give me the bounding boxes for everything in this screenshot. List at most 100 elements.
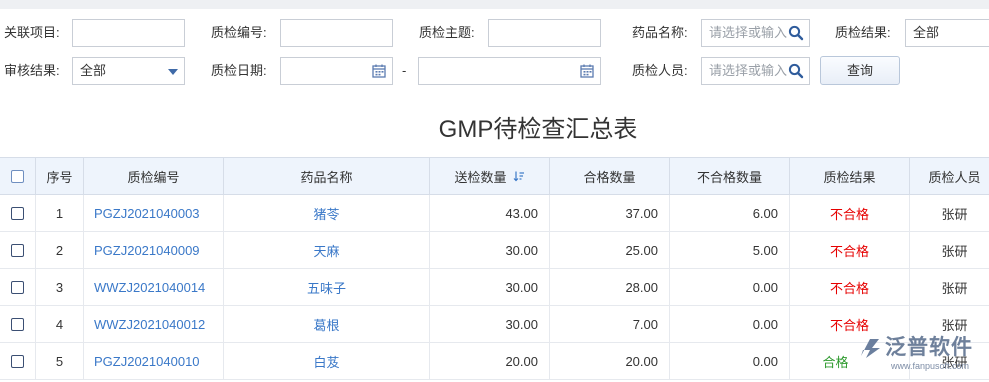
inspection-result-select[interactable]: 全部 <box>905 19 989 47</box>
cell-code: PGZJ2021040009 <box>84 232 224 268</box>
cell-sent-qty: 43.00 <box>430 195 550 231</box>
row-checkbox[interactable] <box>11 280 24 294</box>
search-icon[interactable] <box>787 62 805 80</box>
select-all-checkbox[interactable] <box>11 169 24 183</box>
row-checkbox[interactable] <box>11 243 24 257</box>
cell-code: PGZJ2021040010 <box>84 343 224 379</box>
inspector-picker[interactable]: 请选择或输入 <box>701 57 810 85</box>
label-inspection-subject: 质检主题: <box>419 25 475 40</box>
inspection-code-link[interactable]: WWZJ2021040012 <box>94 317 205 332</box>
inspection-code-input[interactable] <box>280 19 393 47</box>
cell-pass-qty: 7.00 <box>550 306 670 342</box>
table-row[interactable]: 4 WWZJ2021040012 葛根 30.00 7.00 0.00 不合格 张研 <box>0 306 989 343</box>
header-drug[interactable]: 药品名称 <box>224 158 430 194</box>
result-status-text: 不合格 <box>829 317 869 333</box>
top-strip <box>0 0 989 9</box>
drug-name-picker[interactable]: 请选择或输入 <box>701 19 810 47</box>
cell-pass-qty: 28.00 <box>550 269 670 305</box>
table-header-row: 序号 质检编号 药品名称 送检数量 合格数量 不合格数量 质检结果 质检人员 <box>0 157 989 195</box>
row-checkbox[interactable] <box>11 317 24 331</box>
table-row[interactable]: 5 PGZJ2021040010 白芨 20.00 20.00 0.00 合格 张研 <box>0 343 989 380</box>
row-select-cell <box>0 343 36 379</box>
result-status-text: 不合格 <box>829 206 869 222</box>
drug-name-link[interactable]: 天麻 <box>313 241 339 260</box>
header-no[interactable]: 序号 <box>36 158 84 194</box>
watermark-url: www.fanpusoft.com <box>891 361 970 371</box>
label-inspector: 质检人员: <box>632 63 688 78</box>
cell-no: 1 <box>36 195 84 231</box>
row-select-cell <box>0 306 36 342</box>
cell-inspector: 张研 <box>910 195 989 231</box>
cell-drug: 葛根 <box>224 306 430 342</box>
label-drug-name: 药品名称: <box>632 25 688 40</box>
header-code[interactable]: 质检编号 <box>84 158 224 194</box>
brand-logo-icon <box>861 339 880 358</box>
header-inspector[interactable]: 质检人员 <box>910 158 989 194</box>
cell-code: PGZJ2021040003 <box>84 195 224 231</box>
cell-sent-qty: 30.00 <box>430 306 550 342</box>
row-select-cell <box>0 232 36 268</box>
review-result-select[interactable]: 全部 <box>72 57 185 85</box>
table-row[interactable]: 1 PGZJ2021040003 猪苓 43.00 37.00 6.00 不合格 张研 <box>0 195 989 232</box>
header-sent-qty[interactable]: 送检数量 <box>430 158 550 194</box>
drug-name-link[interactable]: 猪苓 <box>313 204 339 223</box>
sort-icon[interactable] <box>513 170 525 182</box>
header-select-cell <box>0 158 36 194</box>
label-inspection-result: 质检结果: <box>835 25 891 40</box>
cell-fail-qty: 0.00 <box>670 269 790 305</box>
cell-pass-qty: 37.00 <box>550 195 670 231</box>
cell-result: 不合格 <box>790 195 910 231</box>
cell-fail-qty: 6.00 <box>670 195 790 231</box>
header-pass-qty[interactable]: 合格数量 <box>550 158 670 194</box>
result-status-text: 不合格 <box>829 280 869 296</box>
inspection-code-link[interactable]: PGZJ2021040009 <box>94 243 200 258</box>
cell-result: 不合格 <box>790 269 910 305</box>
cell-sent-qty: 30.00 <box>430 269 550 305</box>
header-fail-qty[interactable]: 不合格数量 <box>670 158 790 194</box>
drug-name-link[interactable]: 白芨 <box>313 352 339 371</box>
result-status-text: 合格 <box>822 354 849 370</box>
watermark-text: 泛普软件 <box>885 336 973 359</box>
cell-no: 3 <box>36 269 84 305</box>
calendar-icon[interactable] <box>370 62 388 80</box>
row-select-cell <box>0 195 36 231</box>
cell-drug: 白芨 <box>224 343 430 379</box>
date-range-separator: - <box>402 63 407 78</box>
query-button[interactable]: 查询 <box>820 56 900 85</box>
label-inspection-code: 质检编号: <box>211 25 267 40</box>
date-start-input[interactable] <box>280 57 393 85</box>
drug-name-link[interactable]: 葛根 <box>313 315 339 334</box>
table-row[interactable]: 3 WWZJ2021040014 五味子 30.00 28.00 0.00 不合格 张研 <box>0 269 989 306</box>
cell-drug: 猪苓 <box>224 195 430 231</box>
related-project-input[interactable] <box>72 19 185 47</box>
inspection-code-link[interactable]: PGZJ2021040010 <box>94 354 200 369</box>
inspection-subject-input[interactable] <box>488 19 601 47</box>
table-row[interactable]: 2 PGZJ2021040009 天麻 30.00 25.00 5.00 不合格 张研 <box>0 232 989 269</box>
inspection-code-link[interactable]: WWZJ2021040014 <box>94 280 205 295</box>
row-checkbox[interactable] <box>11 206 24 220</box>
cell-fail-qty: 5.00 <box>670 232 790 268</box>
search-icon[interactable] <box>787 24 805 42</box>
cell-inspector: 张研 <box>910 232 989 268</box>
cell-code: WWZJ2021040014 <box>84 269 224 305</box>
report-title: GMP待检查汇总表 <box>438 116 638 143</box>
drug-name-link[interactable]: 五味子 <box>307 278 346 297</box>
watermark-logo: 泛普软件 www.fanpusoft.com <box>858 333 989 382</box>
calendar-icon[interactable] <box>578 62 596 80</box>
cell-fail-qty: 0.00 <box>670 306 790 342</box>
cell-fail-qty: 0.00 <box>670 343 790 379</box>
header-sent-qty-label: 送检数量 <box>454 169 507 185</box>
header-result[interactable]: 质检结果 <box>790 158 910 194</box>
cell-drug: 天麻 <box>224 232 430 268</box>
label-inspection-date: 质检日期: <box>211 63 267 78</box>
chevron-down-icon[interactable] <box>168 69 178 75</box>
date-end-input[interactable] <box>418 57 601 85</box>
cell-result: 不合格 <box>790 232 910 268</box>
cell-no: 2 <box>36 232 84 268</box>
cell-drug: 五味子 <box>224 269 430 305</box>
cell-sent-qty: 20.00 <box>430 343 550 379</box>
label-review-result: 审核结果: <box>4 63 60 78</box>
row-select-cell <box>0 269 36 305</box>
row-checkbox[interactable] <box>11 354 24 368</box>
inspection-code-link[interactable]: PGZJ2021040003 <box>94 206 200 221</box>
